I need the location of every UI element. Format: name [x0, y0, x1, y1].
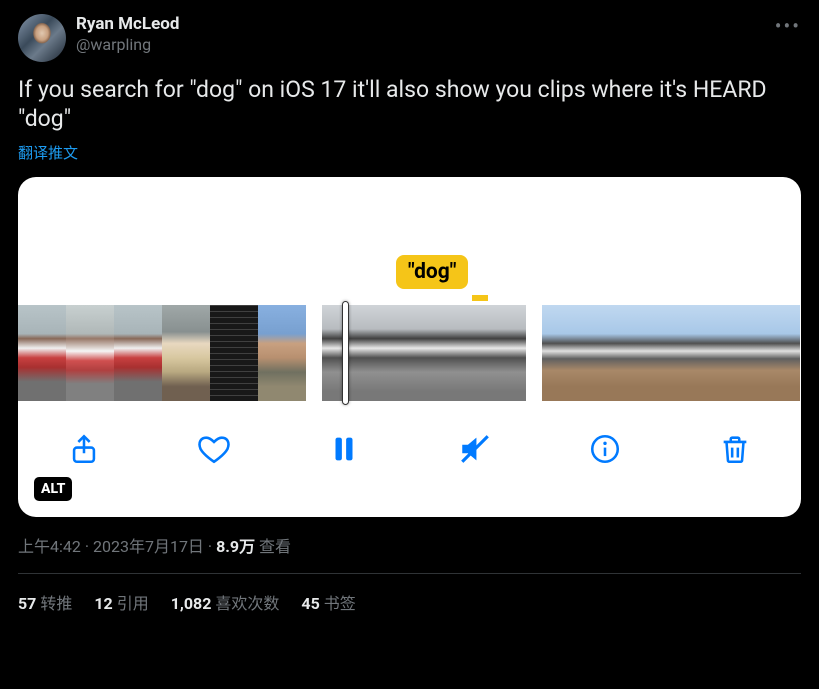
thumbnail: [258, 305, 306, 401]
avatar[interactable]: [18, 14, 66, 62]
author-handle: @warpling: [76, 35, 801, 54]
thumbnail: [628, 305, 671, 401]
author-name: Ryan McLeod: [76, 14, 801, 34]
share-icon[interactable]: [60, 425, 108, 473]
thumbnail: [322, 305, 390, 401]
thumbnail: [458, 305, 526, 401]
quotes[interactable]: 12引用: [94, 590, 148, 614]
views-label: 查看: [255, 537, 291, 556]
playhead[interactable]: [342, 301, 349, 405]
heart-icon[interactable]: [190, 425, 238, 473]
thumbnail: [542, 305, 585, 401]
clip-group-1: [18, 305, 306, 401]
thumbnail: [671, 305, 714, 401]
clip-group-2: [322, 305, 526, 401]
thumbnail: [757, 305, 800, 401]
thumbnail: [114, 305, 162, 401]
bookmarks[interactable]: 45书签: [301, 590, 355, 614]
retweets[interactable]: 57转推: [18, 590, 72, 614]
translate-link[interactable]: 翻译推文: [18, 142, 801, 163]
thumbnail: [714, 305, 757, 401]
search-term-label: "dog": [396, 255, 468, 289]
time: 上午4:42: [18, 537, 81, 556]
label-tick: [472, 295, 488, 301]
media-top: "dog": [18, 177, 801, 305]
media-toolbar: [18, 401, 801, 473]
tweet-stats: 57转推 12引用 1,082喜欢次数 45书签: [18, 590, 801, 614]
trash-icon[interactable]: [711, 425, 759, 473]
tweet-container: Ryan McLeod @warpling ••• If you search …: [0, 0, 819, 614]
views-count: 8.9万: [216, 537, 255, 556]
tweet-header: Ryan McLeod @warpling •••: [18, 14, 801, 62]
thumbnail: [210, 305, 258, 401]
thumbnail: [162, 305, 210, 401]
thumbnail: [66, 305, 114, 401]
likes[interactable]: 1,082喜欢次数: [171, 590, 280, 614]
video-timeline[interactable]: [18, 305, 801, 401]
tweet-text: If you search for "dog" on iOS 17 it'll …: [18, 76, 801, 134]
pause-icon[interactable]: [320, 425, 368, 473]
more-icon[interactable]: •••: [775, 14, 801, 38]
alt-badge[interactable]: ALT: [34, 477, 72, 501]
author-block[interactable]: Ryan McLeod @warpling: [76, 14, 801, 54]
thumbnail: [18, 305, 66, 401]
clip-group-3: [542, 305, 800, 401]
date: 2023年7月17日: [93, 537, 204, 556]
media-card[interactable]: "dog": [18, 177, 801, 517]
thumbnail: [585, 305, 628, 401]
tweet-meta[interactable]: 上午4:42 · 2023年7月17日 · 8.9万 查看: [18, 533, 801, 557]
mute-icon[interactable]: [451, 425, 499, 473]
thumbnail: [390, 305, 458, 401]
divider: [18, 573, 801, 574]
info-icon[interactable]: [581, 425, 629, 473]
